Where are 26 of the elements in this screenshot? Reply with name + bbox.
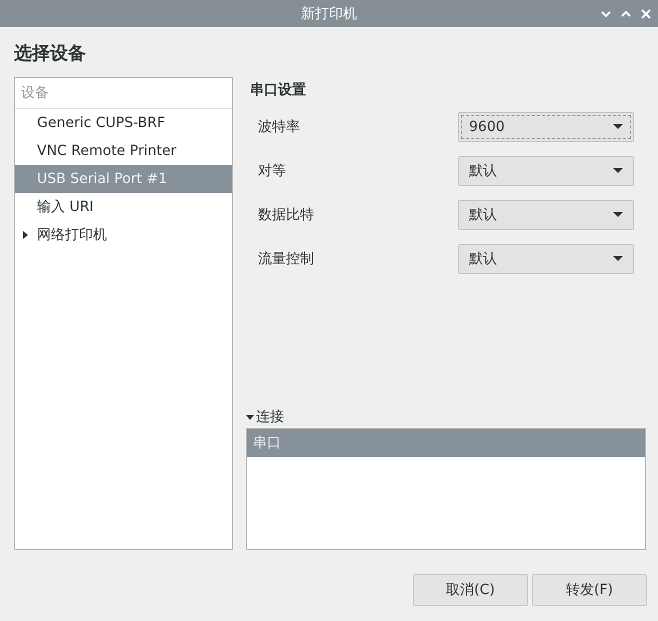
device-item[interactable]: Generic CUPS-BRF (15, 109, 232, 137)
dropdown[interactable]: 默认 (458, 156, 634, 186)
field-label: 波特率 (257, 118, 301, 136)
field-label: 数据比特 (257, 206, 315, 224)
dropdown[interactable]: 默认 (458, 200, 634, 230)
window-title: 新打印机 (301, 4, 357, 22)
field-label: 流量控制 (257, 250, 315, 268)
device-item[interactable]: 输入 URI (15, 193, 232, 221)
dropdown-arrow-icon (613, 212, 623, 218)
dropdown-arrow-icon (613, 256, 623, 262)
cancel-button[interactable]: 取消(C) (413, 574, 528, 606)
page-heading: 选择设备 (14, 42, 87, 66)
expander-icon[interactable] (246, 413, 254, 421)
field-label: 对等 (257, 162, 287, 180)
dropdown[interactable]: 默认 (458, 244, 634, 274)
expander-label[interactable]: 连接 (256, 408, 284, 426)
close-icon[interactable] (640, 8, 652, 20)
expander-icon[interactable] (21, 231, 29, 239)
forward-button[interactable]: 转发(F) (532, 574, 647, 606)
device-item[interactable]: 网络打印机 (15, 221, 232, 249)
dropdown-arrow-icon (613, 124, 623, 130)
dropdown-arrow-icon (613, 168, 623, 174)
dropdown[interactable]: 9600 (458, 112, 634, 142)
list-header: 设备 (15, 78, 232, 109)
device-item[interactable]: VNC Remote Printer (15, 137, 232, 165)
section-title: 串口设置 (250, 81, 307, 99)
